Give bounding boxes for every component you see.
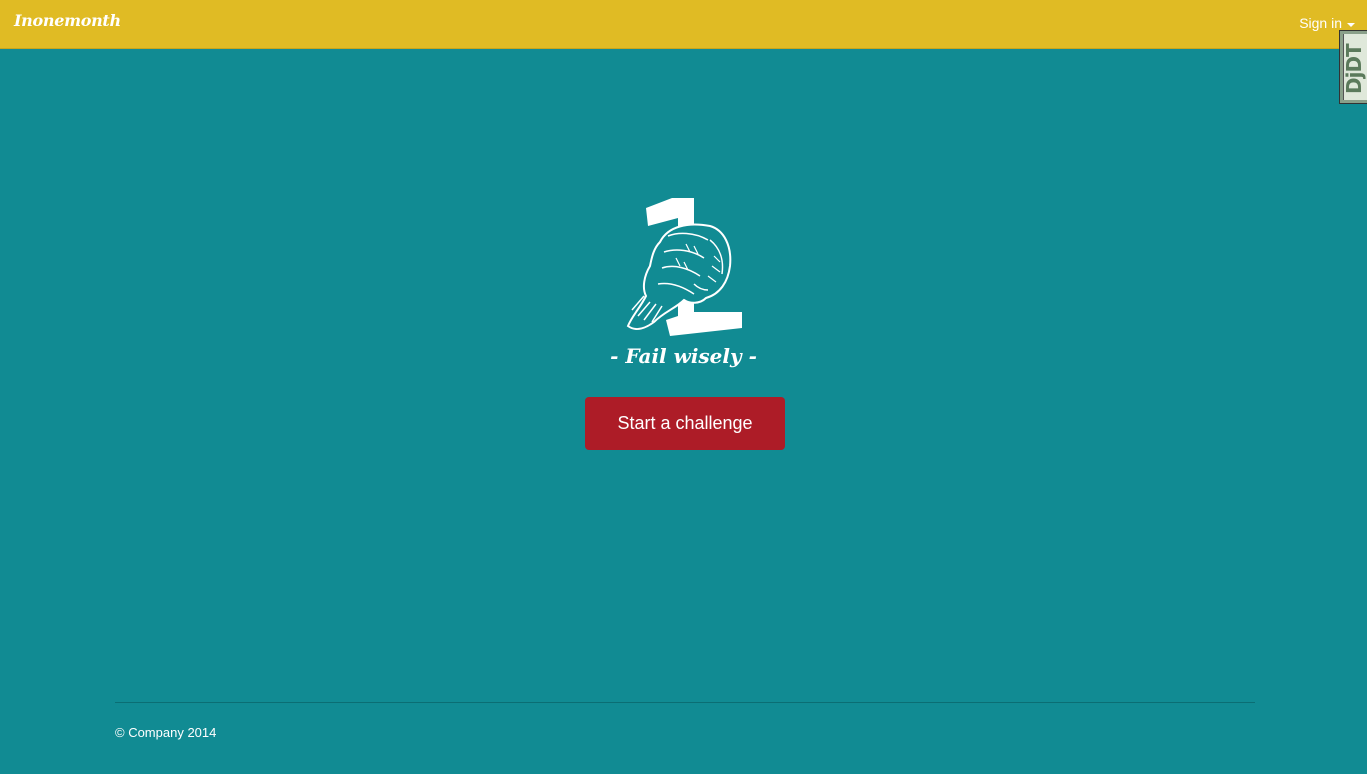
tagline: - Fail wisely - — [610, 344, 757, 368]
fist-number-one-icon — [626, 198, 742, 336]
signin-label: Sign in — [1299, 15, 1342, 31]
debug-toolbar-tab: DjDT — [1342, 34, 1367, 100]
top-navbar: Inonemonth Sign in — [0, 0, 1367, 49]
start-challenge-button[interactable]: Start a challenge — [585, 397, 785, 450]
debug-toolbar-label: DjDT — [1342, 44, 1366, 94]
footer-divider — [115, 702, 1255, 703]
brand-link[interactable]: Inonemonth — [14, 11, 121, 30]
signin-dropdown[interactable]: Sign in — [1299, 15, 1355, 31]
debug-toolbar-handle[interactable]: DjDT — [1339, 30, 1367, 104]
caret-down-icon — [1347, 22, 1355, 27]
copyright-text: © Company 2014 — [115, 725, 217, 740]
